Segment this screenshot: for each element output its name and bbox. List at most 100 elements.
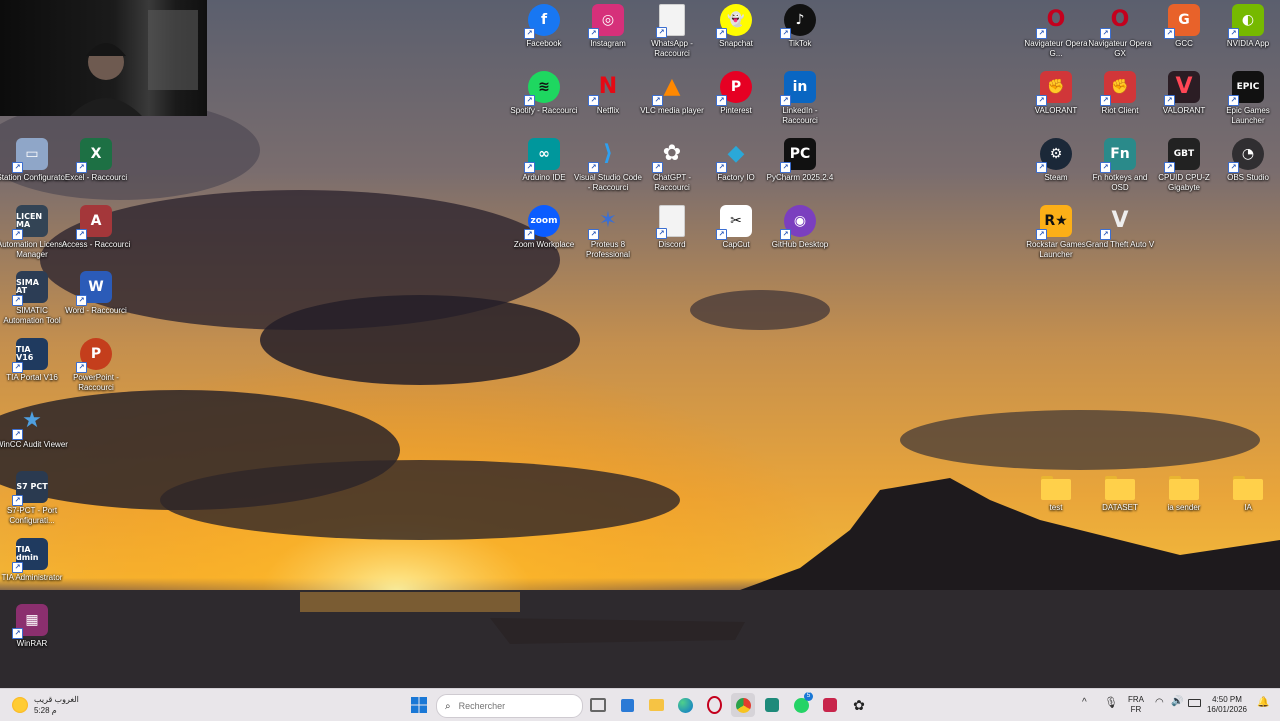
desktop-icon-label: TIA Portal V16 [6, 373, 58, 382]
shortcut-arrow-icon: ↗ [1036, 28, 1047, 39]
shortcut-arrow-icon: ↗ [12, 628, 23, 639]
desktop-icon-rockstar[interactable]: R★ ↗ Rockstar Games Launcher [1024, 205, 1088, 260]
desktop-icon-gcc[interactable]: G ↗ GCC [1152, 4, 1216, 49]
shortcut-arrow-icon: ↗ [652, 162, 663, 173]
battery-icon[interactable] [1188, 699, 1201, 707]
shortcut-arrow-icon: ↗ [76, 229, 87, 240]
taskbar-store[interactable] [615, 693, 639, 717]
gcc-icon: G ↗ [1164, 4, 1200, 39]
desktop-icon-iasender[interactable]: ia sender [1152, 470, 1216, 513]
desktop-icon-wincc[interactable]: ★ ↗ WinCC Audit Viewer [0, 405, 68, 450]
desktop-icon-chatgpt[interactable]: ✿ ↗ ChatGPT - Raccourci [640, 138, 704, 193]
desktop-icon-winrar[interactable]: ▦ ↗ WinRAR [0, 604, 64, 649]
desktop-icon-pinterest[interactable]: P ↗ Pinterest [704, 71, 768, 116]
desktop-icon-label: Arduino IDE [522, 173, 566, 182]
desktop-icon-zoom[interactable]: zoom ↗ Zoom Workplace [512, 205, 576, 250]
desktop-icon-s7pct[interactable]: S7 PCT ↗ S7-PCT - Port Configurati... [0, 471, 64, 526]
microphone-icon[interactable]: 🎙 [1104, 696, 1118, 709]
desktop-icon-nvidia[interactable]: ◐ ↗ NVIDIA App [1216, 4, 1280, 49]
taskbar-app-pink[interactable] [818, 693, 842, 717]
desktop-icon-opera1[interactable]: O ↗ Navigateur Opera G... [1024, 4, 1088, 59]
desktop-icon-github[interactable]: ◉ ↗ GitHub Desktop [768, 205, 832, 250]
desktop-icon-dataset[interactable]: DATASET [1088, 470, 1152, 513]
desktop-icon-spotify[interactable]: ≋ ↗ Spotify - Raccourci [510, 71, 578, 116]
desktop-icon-proteus[interactable]: ✶ ↗ Proteus 8 Professional [576, 205, 640, 260]
desktop-icon-pycharm[interactable]: PC ↗ PyCharm 2025.2.4 [767, 138, 833, 183]
shortcut-arrow-icon: ↗ [656, 27, 667, 38]
desktop-icon-label: S7-PCT - Port Configurati... [6, 506, 58, 525]
taskbar-whatsapp[interactable]: 5 [789, 692, 813, 717]
desktop-icon-station[interactable]: ▭ ↗ Station Configurator [0, 138, 68, 183]
store-icon [620, 698, 634, 712]
desktop-icon-ia[interactable]: IA [1216, 470, 1280, 513]
desktop-icon-word[interactable]: W ↗ Word - Raccourci [64, 271, 128, 316]
desktop-icon-gta[interactable]: V ↗ Grand Theft Auto V [1086, 205, 1154, 250]
desktop-icon-opera2[interactable]: O ↗ Navigateur Opera GX [1088, 4, 1152, 59]
desktop-icon-facebook[interactable]: f ↗ Facebook [512, 4, 576, 49]
desktop-icon-riot[interactable]: ✊ ↗ Riot Client [1088, 71, 1152, 116]
capcut-icon: ✂ ↗ [716, 205, 752, 240]
task-view-button[interactable] [586, 693, 610, 717]
taskbar-app-teal[interactable] [760, 693, 784, 717]
taskbar-edge[interactable] [673, 693, 697, 717]
volume-icon[interactable]: 🔊 [1171, 696, 1183, 707]
weather-widget[interactable]: الغروب قريب 5:28 م [8, 693, 98, 717]
desktop-icon-tiaadmin[interactable]: TIA dmin ↗ TIA Administrator [0, 538, 64, 583]
desktop-icon-vscode[interactable]: ⟩ ↗ Visual Studio Code - Raccourci [574, 138, 642, 193]
desktop-icon-instagram[interactable]: ◎ ↗ Instagram [576, 4, 640, 49]
tiaadmin-icon: TIA dmin ↗ [12, 538, 48, 573]
desktop-icon-valorant2[interactable]: V ↗ VALORANT [1152, 71, 1216, 116]
desktop-icon-linkedin[interactable]: in ↗ LinkedIn - Raccourci [768, 71, 832, 126]
taskbar-opera[interactable] [702, 693, 726, 717]
desktop-icon-obs[interactable]: ◔ ↗ OBS Studio [1216, 138, 1280, 183]
search-input[interactable] [456, 700, 571, 712]
desktop-icon-steam[interactable]: ⚙ ↗ Steam [1024, 138, 1088, 183]
taskbar-explorer[interactable] [644, 693, 668, 717]
desktop-icon-capcut[interactable]: ✂ ↗ CapCut [704, 205, 768, 250]
desktop-icon-automation[interactable]: LICEN MA ↗ Automation License Manager [0, 205, 67, 260]
shortcut-arrow-icon: ↗ [1164, 95, 1175, 106]
taskbar-chrome[interactable] [731, 693, 755, 717]
desktop-icon-valorant1[interactable]: ✊ ↗ VALORANT [1024, 71, 1088, 116]
lang-line1: FRA [1128, 695, 1144, 704]
shortcut-arrow-icon: ↗ [1100, 28, 1111, 39]
desktop-icon-access[interactable]: A ↗ Access - Raccourci [62, 205, 130, 250]
shortcut-arrow-icon: ↗ [524, 229, 535, 240]
desktop-icon-factoryio[interactable]: ◆ ↗ Factory IO [704, 138, 768, 183]
desktop-icon-excel[interactable]: X ↗ Excel - Raccourci [64, 138, 128, 183]
desktop-icon-epic[interactable]: EPIC ↗ Epic Games Launcher [1216, 71, 1280, 126]
desktop-icon-powerpoint[interactable]: P ↗ PowerPoint - Raccourci [64, 338, 128, 393]
desktop-icon-discord[interactable]: ↗ Discord [640, 205, 704, 250]
desktop-icon-arduino[interactable]: ∞ ↗ Arduino IDE [512, 138, 576, 183]
desktop-icon-tia16[interactable]: TIA V16 ↗ TIA Portal V16 [0, 338, 64, 383]
language-indicator[interactable]: FRA FR [1124, 695, 1148, 715]
desktop-icon-label: Pinterest [720, 106, 752, 115]
station-icon: ▭ ↗ [12, 138, 48, 173]
rockstar-icon: R★ ↗ [1036, 205, 1072, 240]
clock[interactable]: 4:50 PM 16/01/2026 [1204, 695, 1250, 715]
wifi-icon[interactable]: ◠ [1155, 697, 1164, 708]
start-button[interactable] [407, 693, 431, 717]
desktop-icon-tiktok[interactable]: ♪ ↗ TikTok [768, 4, 832, 49]
folder-icon [1169, 476, 1199, 500]
desktop-icon-netflix[interactable]: N ↗ Netflix [576, 71, 640, 116]
desktop-icon-cpuz[interactable]: GBT ↗ CPUID CPU-Z Gigabyte [1152, 138, 1216, 193]
notification-bell-icon[interactable]: 🔔 [1257, 697, 1269, 708]
desktop-icon-label: PowerPoint - Raccourci [73, 373, 119, 392]
desktop-icon-simatic[interactable]: SIMA AT ↗ SIMATIC Automation Tool [0, 271, 64, 326]
desktop-icon-test[interactable]: test [1024, 470, 1088, 513]
taskbar-search[interactable]: ⌕ [436, 694, 583, 718]
desktop-icon-vlc[interactable]: ▲ ↗ VLC media player [640, 71, 704, 116]
taskbar-chatgpt[interactable]: ✿ [847, 693, 871, 717]
webcam-overlay [0, 0, 207, 116]
desktop-icon-label: test [1049, 503, 1063, 512]
word-icon: W ↗ [76, 271, 112, 306]
desktop-icon-label: Spotify - Raccourci [510, 106, 578, 115]
shortcut-arrow-icon: ↗ [1100, 229, 1111, 240]
desktop-icon-label: Navigateur Opera GX [1088, 39, 1152, 58]
show-hidden-icons-button[interactable]: ^ [1082, 697, 1087, 708]
desktop-icon-whatsapp[interactable]: ↗ WhatsApp - Raccourci [640, 4, 704, 59]
shortcut-arrow-icon: ↗ [716, 95, 727, 106]
desktop-icon-snapchat[interactable]: 👻 ↗ Snapchat [704, 4, 768, 49]
desktop-icon-fnhotkeys[interactable]: Fn ↗ Fn hotkeys and OSD [1088, 138, 1152, 193]
